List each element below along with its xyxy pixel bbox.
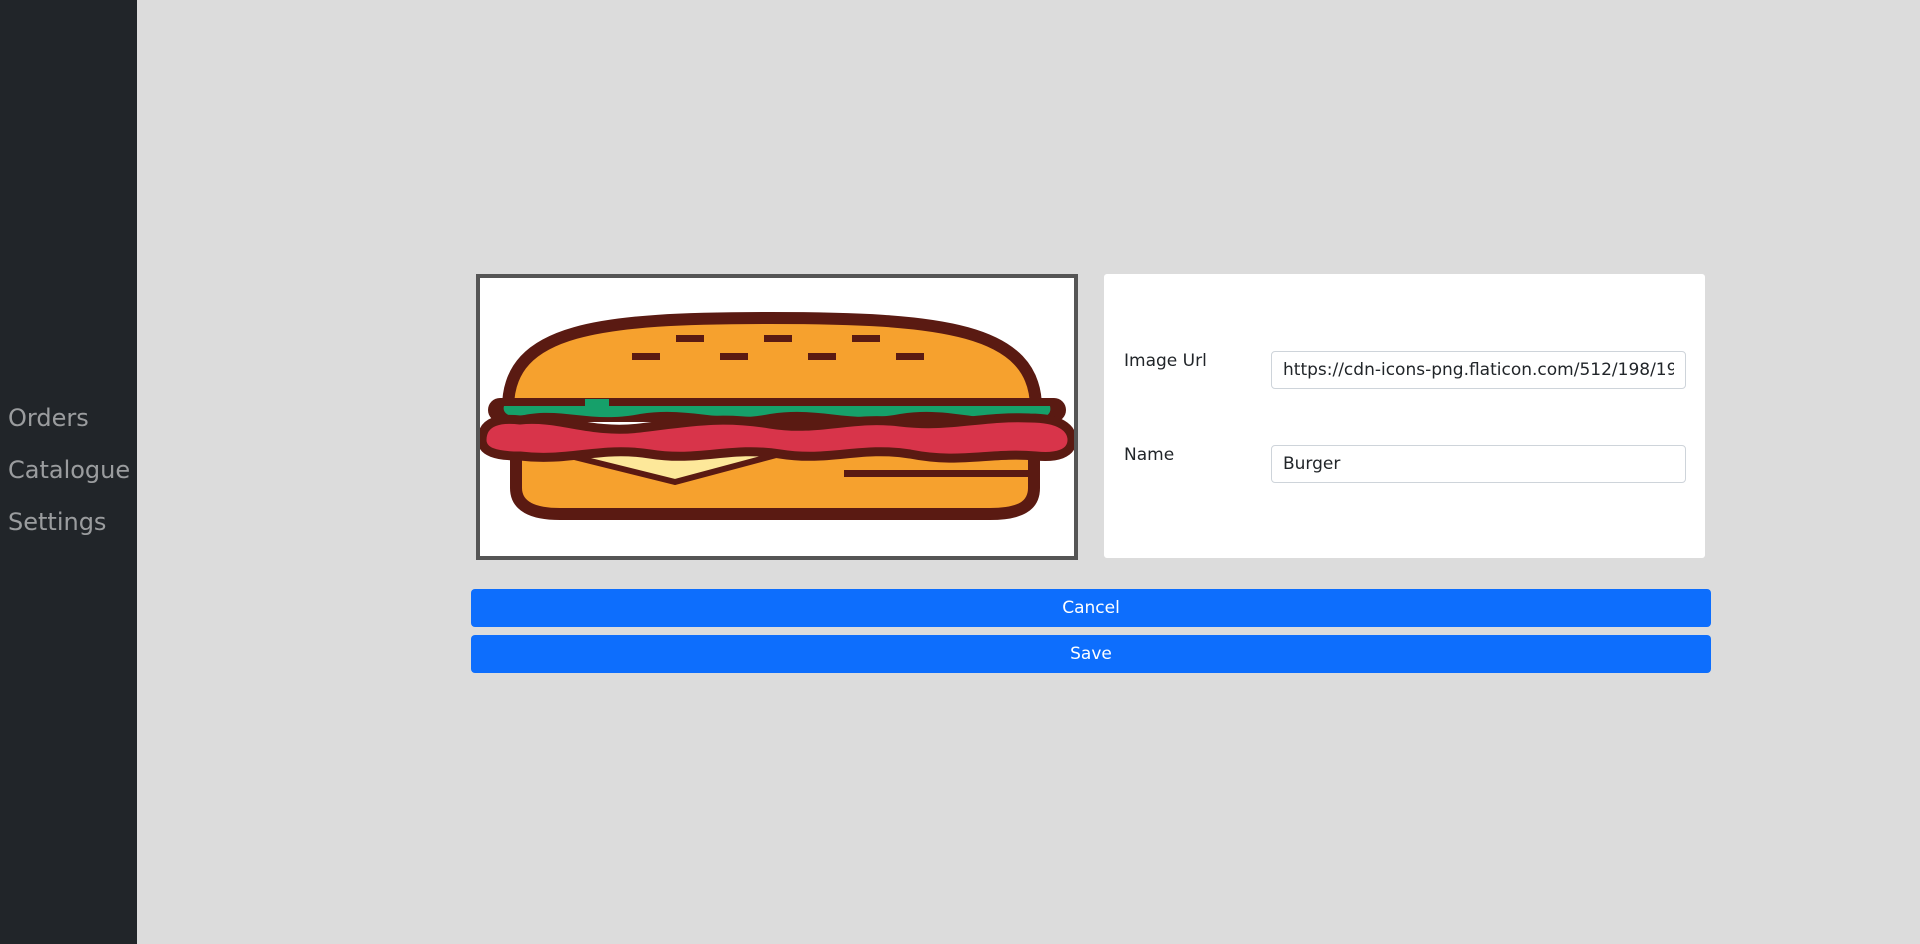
- sidebar-item-settings[interactable]: Settings: [8, 509, 130, 535]
- app-window: Orders Catalogue Settings Image Url http…: [0, 0, 1920, 944]
- sidebar: Orders Catalogue Settings: [0, 0, 137, 944]
- item-form: Image Url Name: [1104, 274, 1705, 558]
- save-button[interactable]: Save: [471, 635, 1711, 673]
- image-url-label: Image Url: [1124, 351, 1207, 371]
- image-url-input[interactable]: [1271, 351, 1686, 389]
- cancel-button[interactable]: Cancel: [471, 589, 1711, 627]
- name-input[interactable]: [1271, 445, 1686, 483]
- sidebar-nav: Orders Catalogue Settings: [8, 405, 130, 561]
- sidebar-item-orders[interactable]: Orders: [8, 405, 130, 431]
- burger-icon: [480, 312, 1074, 520]
- main-content: Image Url Name Cancel Save: [137, 0, 1920, 944]
- name-label: Name: [1124, 445, 1175, 465]
- image-preview: [476, 274, 1078, 560]
- sidebar-item-catalogue[interactable]: Catalogue: [8, 457, 130, 483]
